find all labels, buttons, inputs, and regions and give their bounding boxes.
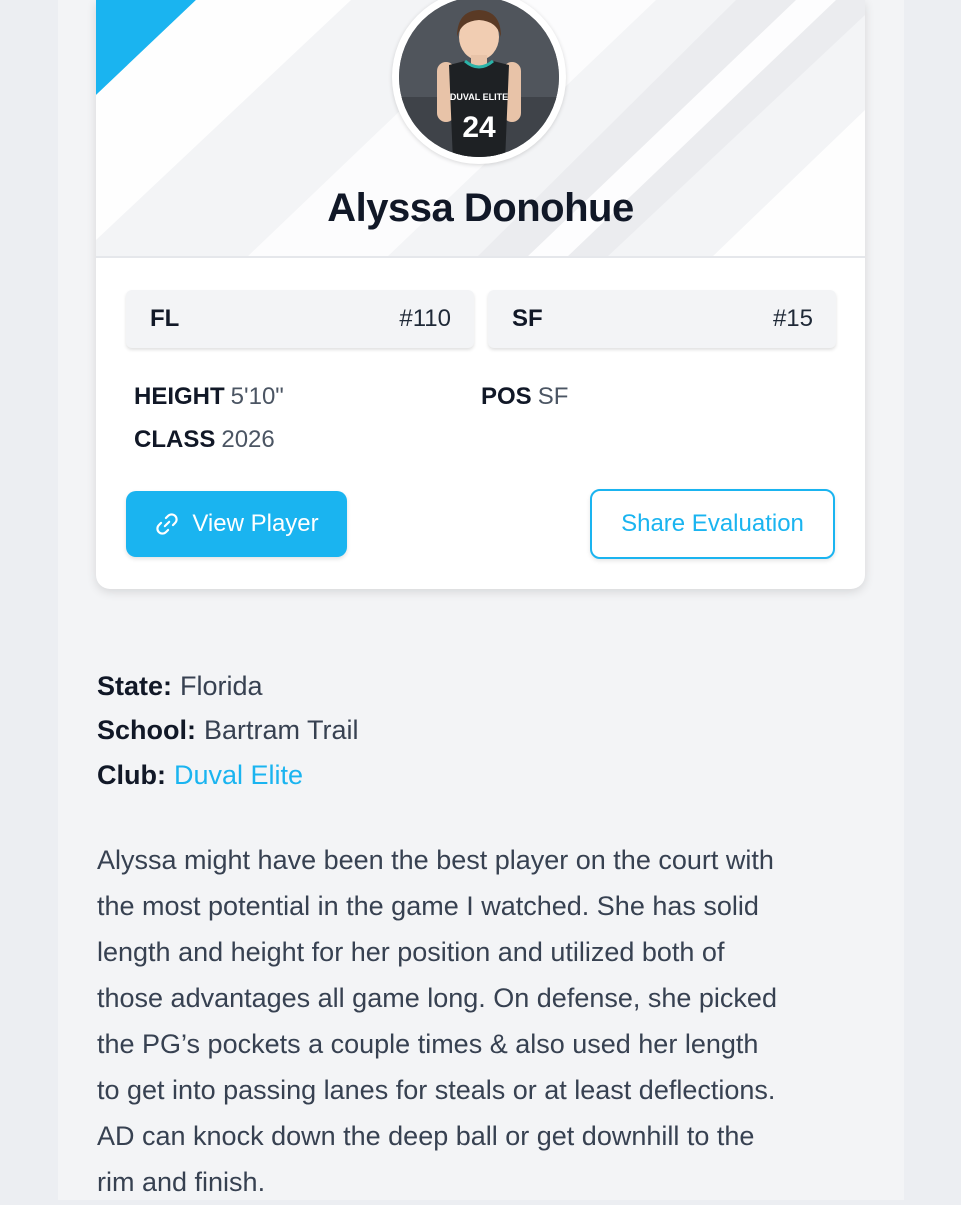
position-rank-label: SF xyxy=(512,305,543,332)
state-rank-label: FL xyxy=(150,305,180,332)
player-name: Alyssa Donohue xyxy=(327,186,634,230)
school-value: Bartram Trail xyxy=(204,715,359,745)
evaluation-text: Alyssa might have been the best player o… xyxy=(97,837,877,1205)
state-rank-value: #110 xyxy=(399,305,451,332)
evaluation-line: the PG’s pockets a couple times & also u… xyxy=(97,1029,759,1059)
height-label: HEIGHT xyxy=(134,383,225,410)
state-rank-box: FL #110 xyxy=(126,290,474,348)
pos-value: SF xyxy=(537,383,569,410)
view-player-label: View Player xyxy=(192,510,319,537)
class-label: CLASS xyxy=(134,426,216,453)
svg-text:DUVAL ELITE: DUVAL ELITE xyxy=(450,92,508,102)
height-value: 5'10" xyxy=(230,383,284,410)
state-line: State: Florida xyxy=(97,671,263,702)
share-evaluation-label: Share Evaluation xyxy=(621,510,804,537)
avatar: DUVAL ELITE 24 xyxy=(392,0,566,164)
evaluation-line: Alyssa might have been the best player o… xyxy=(97,845,774,875)
club-label: Club: xyxy=(97,760,166,790)
evaluation-line: rim and finish. xyxy=(97,1167,266,1197)
evaluation-line: to get into passing lanes for steals or … xyxy=(97,1075,776,1105)
height-attribute: HEIGHT 5'10" xyxy=(134,383,284,411)
club-link[interactable]: Duval Elite xyxy=(174,760,303,790)
state-label: State: xyxy=(97,671,173,701)
position-rank-box: SF #15 xyxy=(488,290,836,348)
position-rank-value: #15 xyxy=(772,305,813,332)
school-line: School: Bartram Trail xyxy=(97,715,359,746)
club-line: Club: Duval Elite xyxy=(97,760,303,791)
evaluation-line: length and height for her position and u… xyxy=(97,937,725,967)
link-icon xyxy=(156,513,179,535)
evaluation-line: the most potential in the game I watched… xyxy=(97,891,759,921)
class-attribute: CLASS 2026 xyxy=(134,426,275,454)
school-label: School: xyxy=(97,715,196,745)
player-photo: DUVAL ELITE 24 xyxy=(399,0,559,157)
pos-label: POS xyxy=(481,383,532,410)
card-header: DUVAL ELITE 24 Alyssa Donohue xyxy=(96,0,865,258)
state-value: Florida xyxy=(180,671,263,701)
evaluation-line: those advantages all game long. On defen… xyxy=(97,983,777,1013)
svg-text:24: 24 xyxy=(462,111,496,144)
class-value: 2026 xyxy=(221,426,275,453)
view-player-button[interactable]: View Player xyxy=(126,491,347,557)
share-evaluation-button[interactable]: Share Evaluation xyxy=(590,489,835,559)
evaluation-line: AD can knock down the deep ball or get d… xyxy=(97,1121,755,1151)
position-attribute: POS SF xyxy=(481,383,568,411)
